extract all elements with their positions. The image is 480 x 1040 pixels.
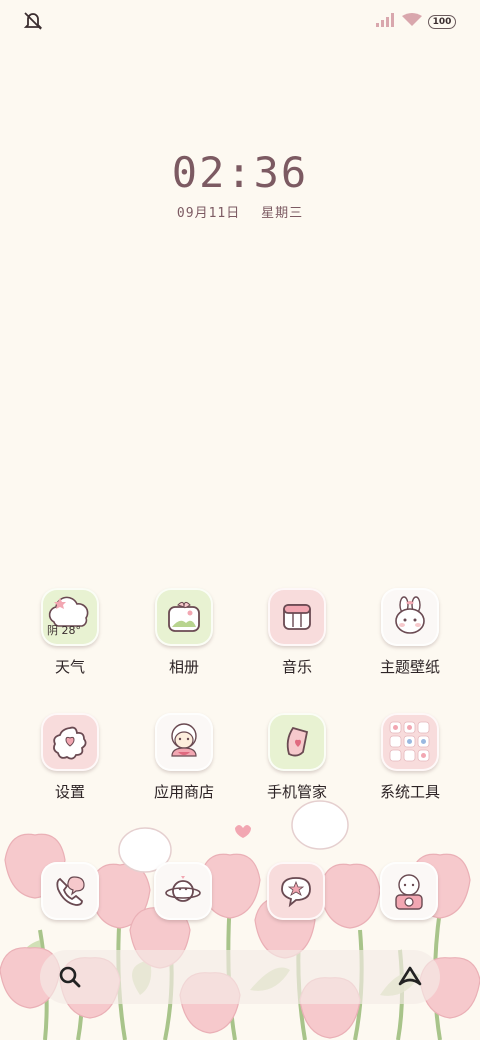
assistant-icon[interactable] [396,964,424,992]
search-bar[interactable] [40,950,440,1004]
sheep-girl-icon [155,713,213,771]
photo-album-icon [155,588,213,646]
phone-icon[interactable] [41,862,99,920]
clock-time[interactable]: 02:36 [0,148,480,197]
music-icon [268,588,326,646]
tools-grid-icon [381,713,439,771]
app-store[interactable]: 应用商店 [134,713,234,802]
signal-icon [376,12,396,31]
app-weather[interactable]: 阴 28° 天气 [20,588,120,677]
shield-heart-icon [268,713,326,771]
app-label: 天气 [54,658,85,676]
app-phone-manager[interactable]: 手机管家 [247,713,347,802]
search-icon[interactable] [58,965,82,993]
wifi-icon [402,12,422,31]
message-star-icon[interactable] [267,862,325,920]
app-label: 手机管家 [266,783,327,801]
mute-icon [22,10,44,32]
battery-indicator: 100 [428,14,456,29]
date-text: 09月11日 [176,206,241,221]
app-theme[interactable]: 主题壁纸 [360,588,460,677]
app-settings[interactable]: 设置 [20,713,120,802]
clock-date: 09月11日 星期三 [0,202,480,221]
app-gallery[interactable]: 相册 [134,588,234,677]
theme-bunny-icon [381,588,439,646]
flower-heart-icon [41,713,99,771]
camera-icon[interactable] [380,862,438,920]
app-label: 主题壁纸 [379,658,440,676]
app-label: 音乐 [281,658,312,676]
app-label: 设置 [54,783,85,801]
app-label: 系统工具 [379,783,440,801]
app-label: 相册 [168,658,199,676]
status-bar: 100 [0,0,480,40]
weekday-text: 星期三 [261,206,304,221]
cloud-icon: 阴 28° [41,588,99,646]
weather-widget-text: 阴 28° [47,624,81,637]
app-label: 应用商店 [153,783,214,801]
planet-icon[interactable] [154,862,212,920]
app-music[interactable]: 音乐 [247,588,347,677]
app-system-tools[interactable]: 系统工具 [360,713,460,802]
